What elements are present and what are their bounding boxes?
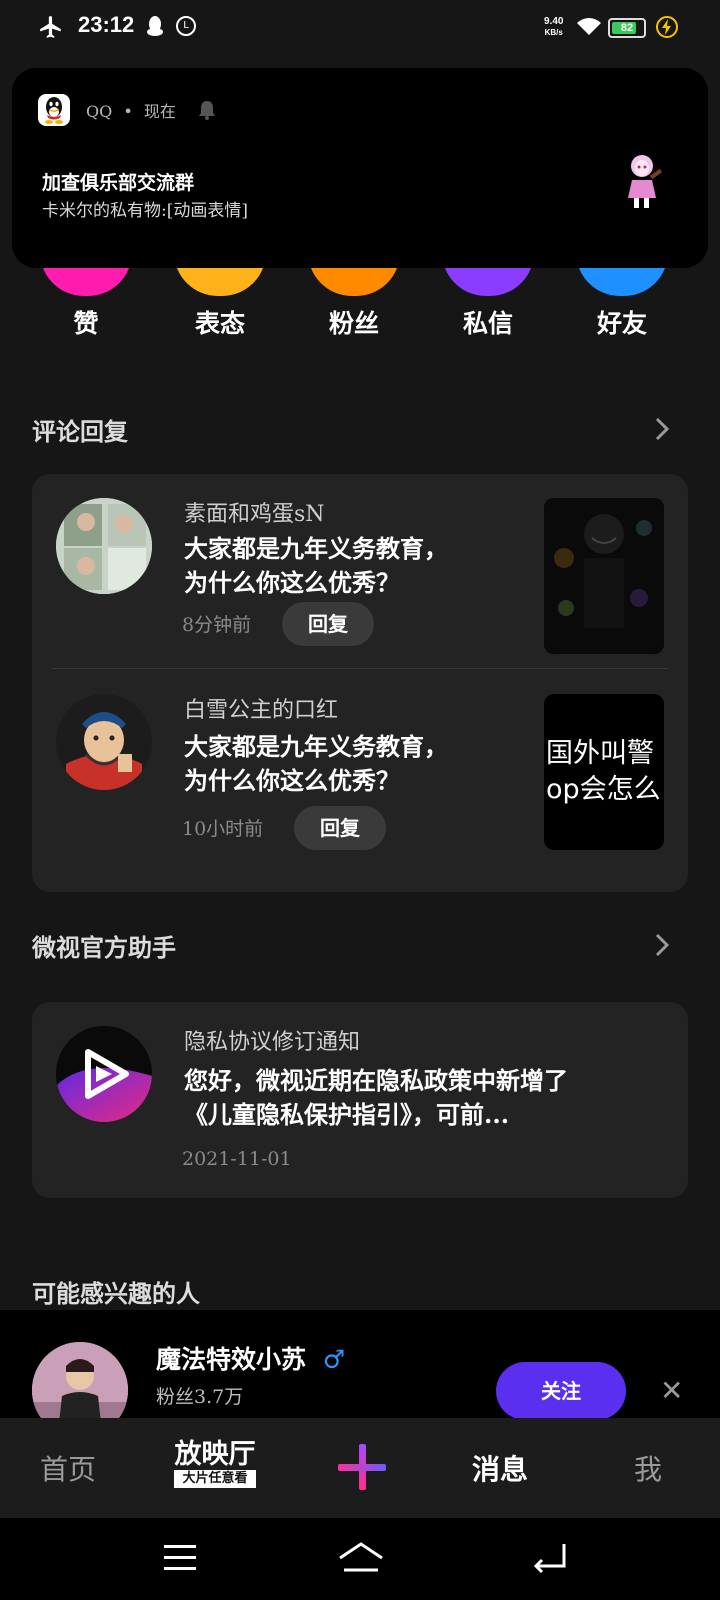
- reply-button[interactable]: 回复: [294, 806, 386, 850]
- avatar[interactable]: [56, 498, 152, 594]
- bottom-tab-bar: 首页 放映厅 大片任意看 消息 我: [0, 1418, 720, 1518]
- divider: [52, 668, 668, 669]
- comment-username[interactable]: 白雪公主的口红: [184, 692, 338, 724]
- comment-time: 8分钟前: [182, 614, 252, 636]
- weishi-logo-icon: [56, 1026, 152, 1122]
- home-icon[interactable]: [336, 1540, 386, 1576]
- clock: 23:12: [78, 12, 135, 37]
- bell-icon: [199, 101, 215, 120]
- male-gender-icon: ♂: [322, 1345, 346, 1374]
- tab-theater[interactable]: 放映厅 大片任意看: [172, 1440, 258, 1488]
- tab-messages[interactable]: 消息: [472, 1448, 528, 1488]
- network-speed: 9.40 KB/s: [544, 16, 564, 37]
- thumbnail-caption: 国外叫警 op会怎么: [546, 738, 661, 805]
- comment-username[interactable]: 素面和鸡蛋sN: [184, 496, 325, 528]
- status-bar: 23:12 L 9.40 KB/s 82: [0, 0, 720, 56]
- suggested-user-name[interactable]: 魔法特效小苏 ♂: [156, 1340, 345, 1376]
- comment-text: 大家都是九年义务教育， 为什么你这么优秀？: [184, 534, 448, 597]
- video-thumbnail[interactable]: [544, 498, 664, 654]
- chevron-right-icon[interactable]: [650, 414, 674, 444]
- notification-title: 加查俱乐部交流群: [42, 172, 195, 194]
- official-section-title: 微视官方助手: [32, 933, 176, 962]
- follow-button[interactable]: 关注: [496, 1362, 626, 1420]
- qq-notification[interactable]: QQ • 现在 加查俱乐部交流群 卡米尔的私有物:[动画表情]: [12, 68, 708, 268]
- wifi-icon: [577, 18, 601, 35]
- tab-home[interactable]: 首页: [40, 1448, 96, 1488]
- video-thumbnail[interactable]: 国外叫警 op会怎么: [544, 694, 664, 850]
- menu-icon[interactable]: [162, 1542, 198, 1574]
- official-message-text: 您好，微视近期在隐私政策中新增了 《儿童隐私保护指引》，可前...: [184, 1066, 568, 1129]
- reply-button[interactable]: 回复: [282, 602, 374, 646]
- comments-card: 素面和鸡蛋sN 大家都是九年义务教育， 为什么你这么优秀？ 8分钟前 回复 白雪…: [32, 474, 688, 892]
- notification-circle-icon: L: [176, 16, 196, 36]
- anime-sticker-image: [628, 155, 663, 208]
- qq-penguin-icon: [147, 16, 163, 36]
- comments-section-title: 评论回复: [32, 417, 128, 446]
- avatar[interactable]: [56, 694, 152, 790]
- battery-indicator: 82: [608, 18, 646, 38]
- suggested-user-fans: 粉丝3.7万: [156, 1386, 244, 1408]
- back-icon[interactable]: [530, 1540, 570, 1576]
- notification-body: 卡米尔的私有物:[动画表情]: [42, 201, 248, 221]
- official-message-title: 隐私协议修订通知: [184, 1030, 361, 1055]
- official-message-date: 2021-11-01: [182, 1148, 292, 1170]
- create-plus-button[interactable]: [336, 1434, 386, 1500]
- qq-app-icon: [38, 94, 70, 126]
- tab-me[interactable]: 我: [634, 1448, 662, 1488]
- chevron-right-icon[interactable]: [650, 930, 674, 960]
- comment-time: 10小时前: [182, 818, 264, 840]
- close-icon[interactable]: ✕: [660, 1374, 683, 1407]
- system-navigation-bar: [0, 1518, 720, 1600]
- suggest-section-title: 可能感兴趣的人: [32, 1279, 200, 1308]
- official-card[interactable]: 隐私协议修订通知 您好，微视近期在隐私政策中新增了 《儿童隐私保护指引》，可前.…: [32, 1002, 688, 1198]
- airplane-mode-icon: [40, 16, 61, 38]
- charging-bolt-icon: [656, 16, 678, 38]
- comment-text: 大家都是九年义务教育， 为什么你这么优秀？: [184, 732, 448, 795]
- notification-meta: QQ • 现在: [86, 102, 176, 121]
